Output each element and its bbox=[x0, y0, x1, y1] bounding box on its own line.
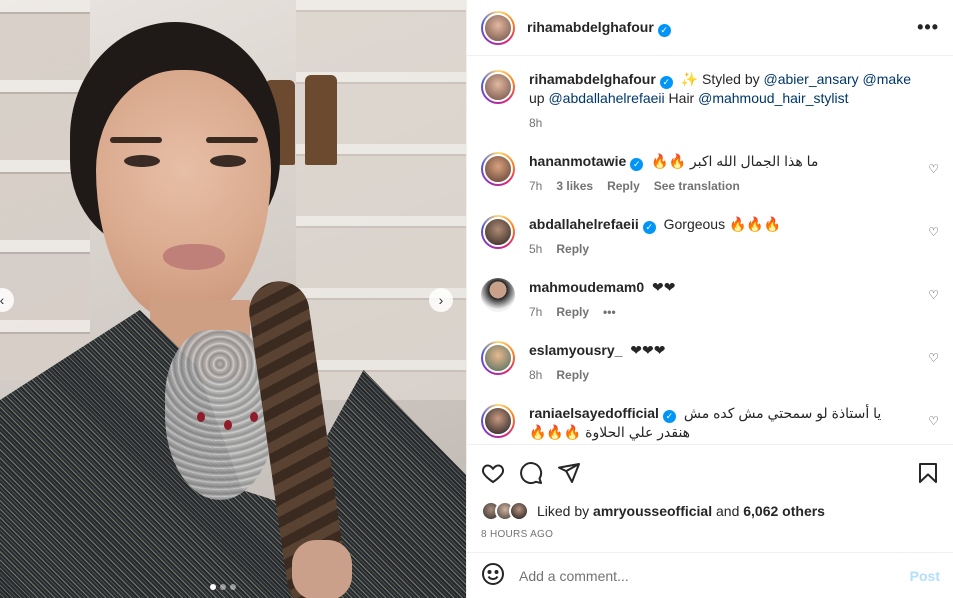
caption-text: Styled by bbox=[702, 71, 760, 87]
sparkle-icon: ✨ bbox=[680, 71, 699, 87]
caption-text: Hair bbox=[668, 90, 695, 106]
commenter-avatar[interactable] bbox=[481, 278, 515, 312]
comment-text: ❤❤❤ bbox=[630, 342, 666, 358]
likes-others-count[interactable]: 6,062 others bbox=[743, 503, 825, 519]
reply-button[interactable]: Reply bbox=[556, 305, 589, 319]
media-pagination-dots bbox=[210, 584, 236, 590]
comment-timestamp[interactable]: 5h bbox=[529, 242, 542, 256]
post-comment-button[interactable]: Post bbox=[910, 568, 940, 584]
liked-by-label: Liked by bbox=[537, 503, 590, 519]
comment-item: raniaelsayedofficial ✓ يا أستاذة لو سمحتي… bbox=[481, 404, 939, 442]
background-boot bbox=[305, 75, 337, 165]
commenter-username[interactable]: raniaelsayedofficial ✓ bbox=[529, 405, 676, 423]
post-header: rihamabdelghafour ✓ ••• bbox=[467, 0, 953, 56]
post-sidebar: rihamabdelghafour ✓ ••• rihamabdelghafour… bbox=[466, 0, 953, 598]
post-actions: Liked by amryousseofficial and 6,062 oth… bbox=[467, 444, 953, 540]
add-comment-bar: Post bbox=[467, 552, 953, 598]
necklace-gem bbox=[197, 412, 205, 422]
comment-item: hananmotawie ✓ ما هذا الجمال الله اكبر 🔥🔥… bbox=[481, 152, 939, 193]
mention-link[interactable]: @abdallahelrefaeii bbox=[548, 90, 664, 106]
mention-link[interactable]: @abier_ansary bbox=[764, 71, 859, 87]
comment-timestamp[interactable]: 7h bbox=[529, 305, 542, 319]
next-media-button[interactable]: › bbox=[429, 288, 453, 312]
post-time-ago[interactable]: 8 HOURS AGO bbox=[481, 529, 940, 540]
right-eye bbox=[210, 155, 246, 167]
pagination-dot bbox=[230, 584, 236, 590]
like-comment-heart-icon[interactable]: ♡ bbox=[928, 351, 939, 365]
chevron-left-icon: ‹ bbox=[0, 292, 5, 308]
like-comment-heart-icon[interactable]: ♡ bbox=[928, 288, 939, 302]
comment-timestamp[interactable]: 8h bbox=[529, 368, 542, 382]
comment-input[interactable] bbox=[519, 567, 910, 584]
reply-button[interactable]: Reply bbox=[556, 368, 589, 382]
commenter-avatar[interactable] bbox=[481, 341, 515, 375]
likes-and-label: and bbox=[716, 503, 740, 519]
comment-likes[interactable]: 3 likes bbox=[556, 179, 593, 193]
necklace-gem bbox=[250, 412, 258, 422]
commenter-username[interactable]: hananmotawie ✓ bbox=[529, 153, 644, 171]
comments-list[interactable]: rihamabdelghafour ✓ ✨ Styled by @abier_an… bbox=[467, 56, 953, 444]
comment-bubble-icon[interactable] bbox=[519, 461, 543, 488]
lips bbox=[163, 244, 225, 270]
like-comment-heart-icon[interactable]: ♡ bbox=[928, 414, 939, 428]
face bbox=[96, 70, 271, 320]
author-username[interactable]: rihamabdelghafour ✓ bbox=[527, 19, 671, 37]
post-caption: rihamabdelghafour ✓ ✨ Styled by @abier_an… bbox=[481, 70, 939, 130]
comment-timestamp[interactable]: 7h bbox=[529, 179, 542, 193]
left-eye bbox=[124, 155, 160, 167]
comment-item: eslamyousry_ ❤❤❤ 8h Reply ♡ bbox=[481, 341, 939, 382]
commenter-avatar[interactable] bbox=[481, 152, 515, 186]
caption-avatar[interactable] bbox=[481, 70, 515, 104]
comment-text: ما هذا الجمال الله اكبر 🔥🔥 bbox=[651, 153, 819, 169]
emoji-icon[interactable] bbox=[481, 562, 505, 589]
like-heart-icon[interactable] bbox=[481, 461, 505, 488]
like-comment-heart-icon[interactable]: ♡ bbox=[928, 162, 939, 176]
post-image[interactable]: ‹ › bbox=[0, 0, 466, 598]
right-brow bbox=[206, 137, 258, 143]
commenter-username[interactable]: eslamyousry_ bbox=[529, 342, 622, 358]
like-comment-heart-icon[interactable]: ♡ bbox=[928, 225, 939, 239]
chevron-right-icon: › bbox=[438, 292, 444, 308]
comment-item: abdallahelrefaeii ✓ Gorgeous 🔥🔥🔥 5h Reply… bbox=[481, 215, 939, 256]
necklace-gem bbox=[224, 420, 232, 430]
save-bookmark-icon[interactable] bbox=[916, 461, 940, 488]
verified-badge-icon: ✓ bbox=[662, 410, 676, 423]
hand bbox=[292, 540, 352, 598]
verified-badge-icon: ✓ bbox=[657, 23, 671, 37]
commenter-username[interactable]: mahmoudemam0 bbox=[529, 279, 644, 295]
pagination-dot bbox=[220, 584, 226, 590]
reply-button[interactable]: Reply bbox=[607, 179, 640, 193]
more-options-icon[interactable]: ••• bbox=[917, 17, 939, 38]
likes-summary[interactable]: Liked by amryousseofficial and 6,062 oth… bbox=[481, 501, 940, 521]
comment-more-options-icon[interactable]: ••• bbox=[603, 305, 616, 319]
see-translation-button[interactable]: See translation bbox=[654, 179, 740, 193]
commenter-avatar[interactable] bbox=[481, 404, 515, 438]
mention-link[interactable]: @make bbox=[863, 71, 911, 87]
commenter-avatar[interactable] bbox=[481, 215, 515, 249]
pagination-dot bbox=[210, 584, 216, 590]
verified-badge-icon: ✓ bbox=[630, 158, 644, 171]
liker-avatar bbox=[509, 501, 529, 521]
left-brow bbox=[110, 137, 162, 143]
caption-username[interactable]: rihamabdelghafour ✓ bbox=[529, 71, 673, 89]
share-paper-plane-icon[interactable] bbox=[557, 461, 581, 488]
caption-timestamp[interactable]: 8h bbox=[529, 116, 542, 130]
verified-badge-icon: ✓ bbox=[642, 221, 656, 234]
reply-button[interactable]: Reply bbox=[556, 242, 589, 256]
liker-username[interactable]: amryousseofficial bbox=[593, 503, 712, 519]
commenter-username[interactable]: abdallahelrefaeii ✓ bbox=[529, 216, 656, 234]
comment-text: Gorgeous 🔥🔥🔥 bbox=[663, 216, 782, 232]
author-avatar[interactable] bbox=[481, 10, 515, 45]
verified-badge-icon: ✓ bbox=[659, 76, 673, 89]
mention-link[interactable]: @mahmoud_hair_stylist bbox=[698, 90, 848, 106]
comment-item: mahmoudemam0 ❤❤ 7h Reply ••• ♡ bbox=[481, 278, 939, 319]
caption-text: up bbox=[529, 90, 545, 106]
background-shelves-right bbox=[296, 0, 466, 400]
comment-text: ❤❤ bbox=[652, 279, 676, 295]
